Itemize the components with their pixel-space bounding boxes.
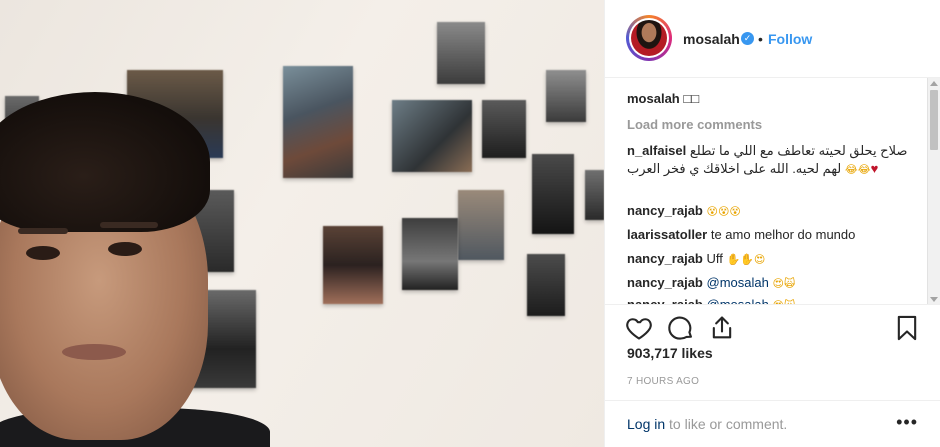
comment-item: nancy_rajab @mosalah 😍🙀 (627, 274, 913, 293)
caption-text: □□ (683, 91, 700, 106)
avatar-inner (629, 18, 669, 58)
heart-emoji-icon: ♥ (870, 161, 879, 176)
likes-count[interactable]: 903,717 likes (627, 345, 713, 361)
scroll-down-arrow-icon[interactable] (930, 297, 938, 302)
eyebrow (100, 222, 158, 228)
comment-text: Uff (706, 251, 723, 266)
comment-text: te amo melhor do mundo (710, 227, 856, 242)
share-upload-icon[interactable] (708, 314, 736, 342)
comments-panel[interactable]: mosalah □□ Load more comments n_alfaisel… (605, 78, 940, 305)
post-photo[interactable] (0, 0, 604, 447)
login-prompt: Log in to like or comment. (627, 416, 787, 432)
post-footer: Log in to like or comment. ••• (605, 400, 940, 447)
likes-number: 903,717 (627, 345, 678, 361)
wall-photo-frame (402, 218, 458, 290)
comment-mention[interactable]: @mosalah (707, 275, 769, 290)
comment-item: nancy_rajab Uff ✋✋😍 (627, 250, 913, 269)
avatar[interactable] (626, 15, 672, 61)
comment-username[interactable]: nancy_rajab (627, 203, 703, 218)
eye (108, 242, 142, 256)
scroll-up-arrow-icon[interactable] (930, 81, 938, 86)
eye (26, 246, 60, 260)
comment-emoji: 😵😵😵 (706, 206, 741, 218)
comment-username[interactable]: nancy_rajab (627, 297, 703, 304)
comment-item: nancy_rajab 😵😵😵 (627, 202, 913, 221)
likes-label: likes (681, 345, 713, 361)
more-options-icon[interactable]: ••• (896, 412, 918, 433)
wall-photo-frame (532, 154, 574, 234)
comment-mention[interactable]: @mosalah (707, 297, 769, 304)
action-bar (605, 306, 940, 350)
comment-username[interactable]: nancy_rajab (627, 275, 703, 290)
header-username[interactable]: mosalah (683, 31, 740, 47)
caption-username[interactable]: mosalah (627, 91, 680, 106)
login-prompt-text: to like or comment. (665, 416, 788, 432)
wall-photo-frame (437, 22, 485, 84)
verified-badge-icon: ✓ (741, 32, 754, 45)
bookmark-icon[interactable] (893, 314, 921, 342)
wall-photo-frame (283, 66, 353, 178)
comment-username[interactable]: nancy_rajab (627, 251, 703, 266)
load-more-label[interactable]: Load more comments (627, 117, 762, 132)
header-separator: • (758, 31, 763, 47)
load-more-comments[interactable]: Load more comments (627, 116, 913, 134)
instagram-post: mosalah ✓ • Follow mosalah □□ Load more … (0, 0, 940, 447)
mouth (62, 344, 126, 360)
post-header: mosalah ✓ • Follow (605, 0, 940, 78)
wall-photo-frame (392, 100, 472, 172)
comment-emoji: ✋✋😍 (726, 254, 766, 266)
follow-button[interactable]: Follow (768, 31, 812, 47)
post-timestamp[interactable]: 7 HOURS AGO (627, 376, 699, 387)
comment-emoji: 😂😂 (844, 164, 871, 176)
login-link[interactable]: Log in (627, 416, 665, 432)
person-hair (0, 92, 210, 232)
heart-outline-icon[interactable] (625, 314, 653, 342)
eyebrow (18, 228, 68, 234)
comment-emoji: 😍🙀 (772, 300, 795, 304)
caption: mosalah □□ (627, 90, 913, 108)
wall-photo-frame (585, 170, 604, 220)
wall-photo-frame (323, 226, 383, 304)
comment-emoji: 😍🙀 (772, 278, 796, 290)
comment-username[interactable]: laarissatoller (627, 227, 707, 242)
wall-photo-frame (482, 100, 526, 158)
wall-photo-frame (458, 190, 504, 260)
comment-item: n_alfaisel صلاح يحلق لحيته تعاطف مع اللي… (627, 142, 913, 179)
comments-scrollbar[interactable] (927, 78, 940, 304)
scrollbar-thumb[interactable] (930, 90, 938, 150)
comment-item: nancy_rajab @mosalah 😍🙀 (627, 296, 913, 304)
wall-photo-frame (546, 70, 586, 122)
comment-bubble-icon[interactable] (667, 314, 695, 342)
comment-item: laarissatoller te amo melhor do mundo (627, 226, 913, 244)
avatar-image (631, 20, 667, 56)
post-sidebar: mosalah ✓ • Follow mosalah □□ Load more … (604, 0, 940, 447)
comment-username[interactable]: n_alfaisel (627, 143, 686, 158)
wall-photo-frame (527, 254, 565, 316)
